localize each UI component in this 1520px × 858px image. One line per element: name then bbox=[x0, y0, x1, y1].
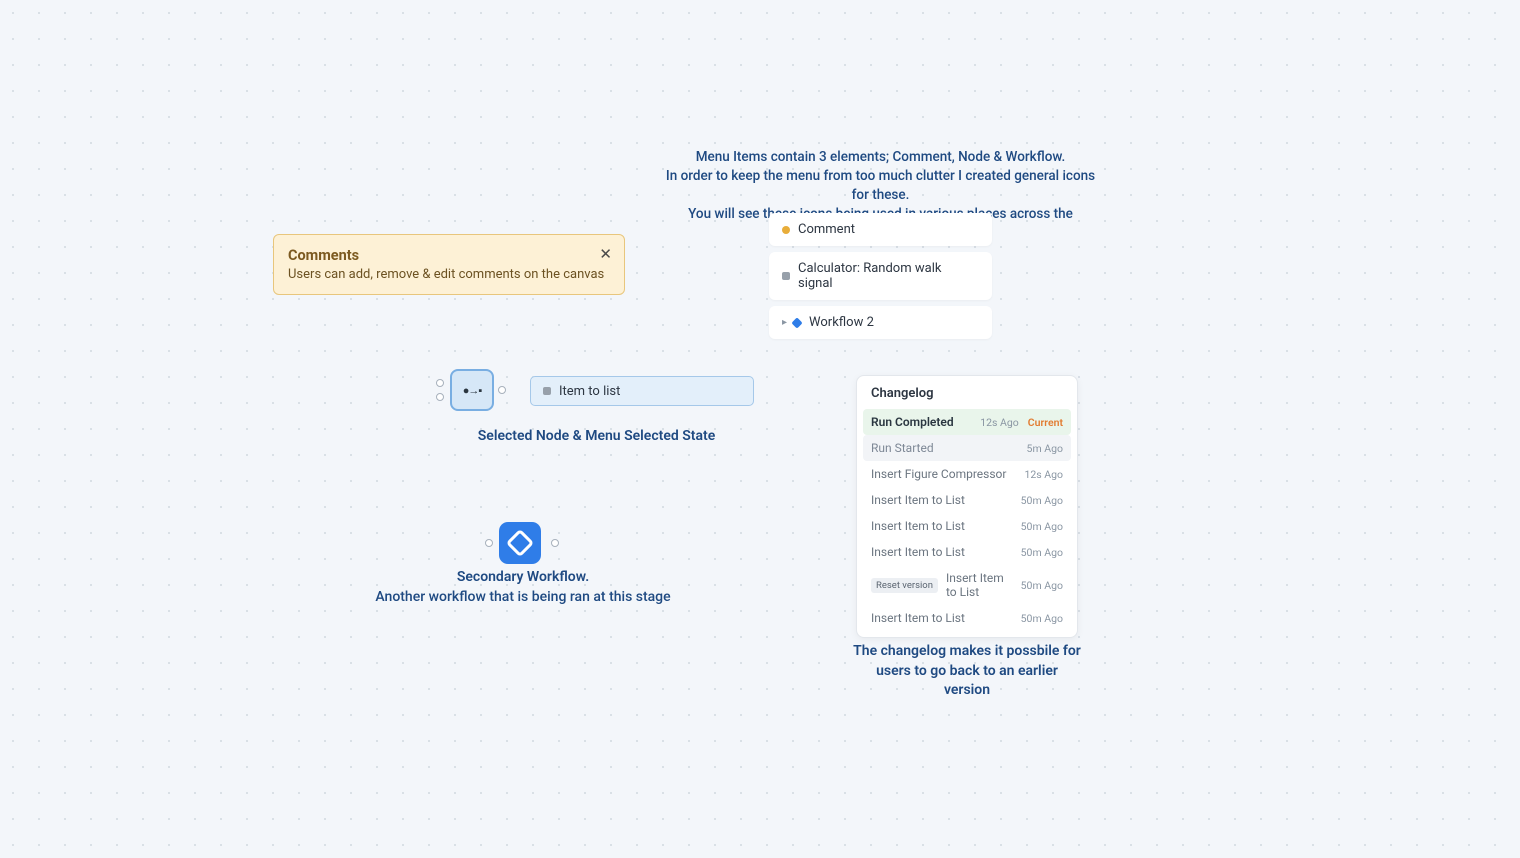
node-icon bbox=[543, 387, 551, 395]
changelog-item-name: Run Completed bbox=[871, 415, 974, 429]
menu-item-label: Item to list bbox=[559, 384, 620, 399]
node-port[interactable] bbox=[436, 379, 444, 387]
changelog-item-name: Insert Item to List bbox=[871, 545, 1015, 559]
menu-item-label: Comment bbox=[798, 222, 855, 237]
node-item-to-list[interactable]: ●→▪ bbox=[450, 369, 494, 411]
changelog-row[interactable]: Insert Item to List 50m Ago bbox=[863, 487, 1071, 513]
annotation-line: Another workflow that is being ran at th… bbox=[373, 588, 673, 608]
changelog-item-name: Insert Item to List bbox=[871, 611, 1015, 625]
comments-card: ✕ Comments Users can add, remove & edit … bbox=[273, 234, 625, 295]
node-port[interactable] bbox=[551, 539, 559, 547]
current-badge: Current bbox=[1028, 416, 1063, 429]
changelog-row[interactable]: Insert Item to List 50m Ago bbox=[863, 539, 1071, 565]
workflow-node-group bbox=[485, 522, 565, 562]
node-glyph-icon: ●→▪ bbox=[463, 384, 482, 397]
comment-icon bbox=[782, 226, 790, 234]
changelog-row[interactable]: Reset version Insert Item to List 50m Ago bbox=[863, 565, 1071, 605]
comments-title: Comments bbox=[288, 247, 610, 264]
annotation-line: In order to keep the menu from too much … bbox=[663, 167, 1098, 205]
node-port[interactable] bbox=[436, 393, 444, 401]
annotation-secondary-workflow: Secondary Workflow. Another workflow tha… bbox=[373, 568, 673, 607]
changelog-row[interactable]: Run Started 5m Ago bbox=[863, 435, 1071, 461]
changelog-row[interactable]: Insert Item to List 50m Ago bbox=[863, 513, 1071, 539]
menu-list: Comment Calculator: Random walk signal ▸… bbox=[769, 213, 992, 339]
annotation-changelog: The changelog makes it possbile for user… bbox=[852, 642, 1082, 701]
changelog-title: Changelog bbox=[863, 386, 1071, 409]
menu-item-workflow[interactable]: ▸ Workflow 2 bbox=[769, 306, 992, 339]
node-icon bbox=[782, 272, 790, 280]
changelog-item-name: Run Started bbox=[871, 441, 1021, 455]
node-port[interactable] bbox=[485, 539, 493, 547]
changelog-item-time: 50m Ago bbox=[1021, 546, 1063, 559]
workflow-node[interactable] bbox=[499, 522, 541, 564]
menu-item-label: Calculator: Random walk signal bbox=[798, 261, 979, 291]
annotation-line: Secondary Workflow. bbox=[373, 568, 673, 588]
menu-item-selected[interactable]: Item to list bbox=[530, 376, 754, 406]
annotation-selected-node: Selected Node & Menu Selected State bbox=[430, 427, 763, 447]
changelog-item-time: 50m Ago bbox=[1021, 494, 1063, 507]
changelog-item-time: 12s Ago bbox=[1024, 468, 1063, 481]
changelog-item-name: Insert Item to List bbox=[871, 519, 1015, 533]
menu-item-calculator[interactable]: Calculator: Random walk signal bbox=[769, 252, 992, 300]
changelog-item-name: Insert Figure Compressor bbox=[871, 467, 1018, 481]
workflow-diamond-icon bbox=[506, 529, 534, 557]
annotation-line: Menu Items contain 3 elements; Comment, … bbox=[663, 148, 1098, 167]
changelog-row[interactable]: Run Completed 12s Ago Current bbox=[863, 409, 1071, 435]
changelog-item-time: 50m Ago bbox=[1021, 579, 1063, 592]
comments-desc: Users can add, remove & edit comments on… bbox=[288, 267, 610, 282]
menu-item-label: Workflow 2 bbox=[809, 315, 874, 330]
node-port[interactable] bbox=[498, 386, 506, 394]
chevron-right-icon: ▸ bbox=[782, 317, 787, 328]
changelog-item-time: 50m Ago bbox=[1021, 520, 1063, 533]
selected-node-group: ●→▪ Item to list bbox=[432, 369, 762, 419]
changelog-item-time: 50m Ago bbox=[1021, 612, 1063, 625]
menu-item-comment[interactable]: Comment bbox=[769, 213, 992, 246]
changelog-item-name: Insert Item to List bbox=[946, 571, 1015, 599]
changelog-item-name: Insert Item to List bbox=[871, 493, 1015, 507]
reset-version-badge[interactable]: Reset version bbox=[871, 578, 938, 593]
changelog-panel: Changelog Run Completed12s AgoCurrentRun… bbox=[856, 375, 1078, 638]
close-icon[interactable]: ✕ bbox=[599, 247, 612, 262]
changelog-item-time: 12s Ago bbox=[980, 416, 1019, 429]
changelog-item-time: 5m Ago bbox=[1027, 442, 1063, 455]
changelog-row[interactable]: Insert Figure Compressor 12s Ago bbox=[863, 461, 1071, 487]
workflow-icon bbox=[791, 317, 802, 328]
changelog-row[interactable]: Insert Item to List 50m Ago bbox=[863, 605, 1071, 631]
